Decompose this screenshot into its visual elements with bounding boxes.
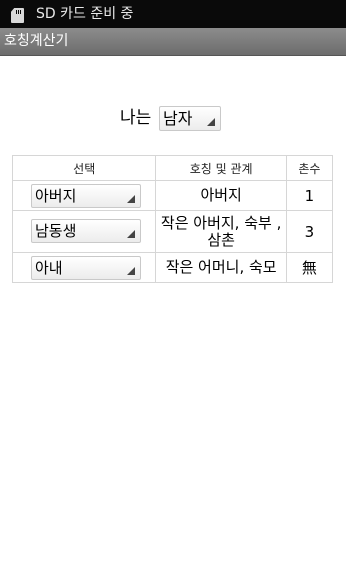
relation-spinner-2[interactable]: 남동생	[31, 219, 141, 243]
select-cell: 아버지	[11, 180, 157, 211]
header-degree: 촌수	[285, 155, 334, 181]
relation-spinner-1[interactable]: 아버지	[31, 184, 141, 208]
dropdown-arrow-icon	[207, 118, 215, 126]
gender-spinner[interactable]: 남자	[159, 106, 221, 131]
relation-table: 선택 호칭 및 관계 촌수 아버지 아버지 1 남동생 작은 아버지, 숙부 ,…	[11, 155, 334, 283]
select-cell: 아내	[11, 252, 157, 283]
table-header-row: 선택 호칭 및 관계 촌수	[11, 155, 334, 181]
dropdown-arrow-icon	[127, 267, 135, 275]
status-text: SD 카드 준비 중	[36, 6, 134, 22]
table-row: 남동생 작은 아버지, 숙부 , 삼촌 3	[11, 210, 334, 253]
relation-spinner-value: 아내	[35, 259, 63, 277]
status-bar: SD 카드 준비 중	[0, 0, 346, 28]
table-row: 아버지 아버지 1	[11, 180, 334, 211]
app-title: 호칭계산기	[4, 33, 69, 49]
gender-label: 나는	[120, 108, 152, 128]
relation-cell: 작은 아버지, 숙부 , 삼촌	[155, 210, 287, 253]
select-cell: 남동생	[11, 210, 157, 253]
sd-card-icon	[11, 8, 24, 23]
app-title-bar: 호칭계산기	[0, 28, 346, 56]
table-row: 아내 작은 어머니, 숙모 無	[11, 252, 334, 283]
relation-spinner-value: 남동생	[35, 222, 77, 240]
dropdown-arrow-icon	[127, 195, 135, 203]
dropdown-arrow-icon	[127, 230, 135, 238]
relation-cell: 작은 어머니, 숙모	[155, 252, 287, 283]
gender-spinner-value: 남자	[163, 109, 193, 128]
relation-spinner-3[interactable]: 아내	[31, 256, 141, 280]
degree-cell: 3	[285, 210, 334, 253]
relation-cell: 아버지	[155, 180, 287, 211]
relation-spinner-value: 아버지	[35, 187, 77, 205]
header-select: 선택	[11, 155, 157, 181]
degree-cell: 1	[285, 180, 334, 211]
header-relation: 호칭 및 관계	[155, 155, 287, 181]
degree-cell: 無	[285, 252, 334, 283]
